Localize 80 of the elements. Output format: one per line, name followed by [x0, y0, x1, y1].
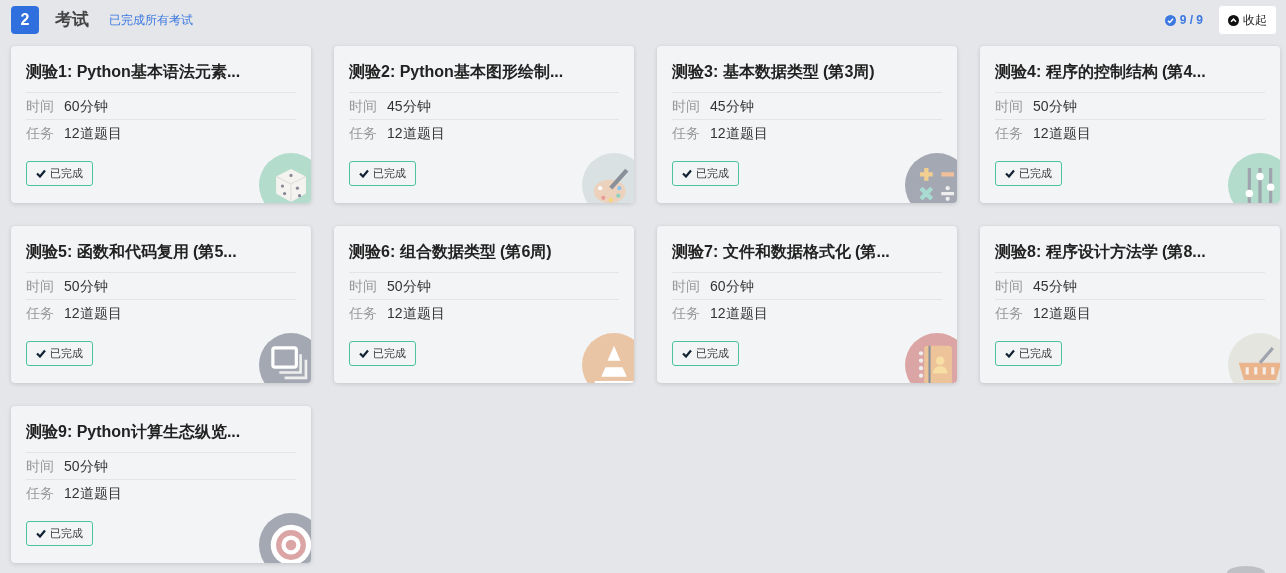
status-tag: 已完成 — [995, 341, 1062, 366]
status-tag: 已完成 — [672, 161, 739, 186]
quiz-title: 测验3: 基本数据类型 (第3周) — [672, 62, 876, 82]
status-tag: 已完成 — [26, 521, 93, 546]
field-value: 12道题目 — [387, 303, 445, 323]
progress-count: 9 / 9 — [1179, 12, 1203, 29]
check-icon — [36, 168, 46, 178]
field-label: 任务 — [672, 123, 701, 143]
field-label: 时间 — [672, 96, 701, 116]
field-label: 任务 — [26, 303, 55, 323]
quiz-card[interactable]: 测验8: 程序设计方法学 (第8... 时间 45分钟 任务 12道题目 已完成 — [980, 226, 1280, 383]
floating-button[interactable] — [1227, 566, 1265, 573]
quiz-title: 测验6: 组合数据类型 (第6周) — [349, 242, 553, 262]
field-value: 12道题目 — [1033, 303, 1091, 323]
check-icon — [36, 348, 46, 358]
field-value: 12道题目 — [710, 303, 768, 323]
quiz-card[interactable]: 测验9: Python计算生态纵览... 时间 50分钟 任务 12道题目 已完成 — [11, 406, 311, 563]
collapse-button[interactable]: 收起 — [1219, 6, 1276, 34]
section-number: 2 — [11, 6, 39, 34]
status-tag: 已完成 — [349, 161, 416, 186]
quiz-title: 测验7: 文件和数据格式化 (第... — [672, 242, 891, 262]
field-value: 45分钟 — [387, 96, 431, 116]
quiz-title: 测验4: 程序的控制结构 (第4... — [995, 62, 1207, 82]
quiz-card[interactable]: 测验6: 组合数据类型 (第6周) 时间 50分钟 任务 12道题目 已完成 — [334, 226, 634, 383]
subtitle-link[interactable]: 已完成所有考试 — [109, 11, 193, 29]
status-tag: 已完成 — [26, 161, 93, 186]
field-label: 时间 — [349, 276, 378, 296]
field-value: 50分钟 — [1033, 96, 1077, 116]
quiz-title: 测验5: 函数和代码复用 (第5... — [26, 242, 238, 262]
check-icon — [682, 168, 692, 178]
field-label: 任务 — [26, 123, 55, 143]
quiz-title: 测验2: Python基本图形绘制... — [349, 62, 565, 82]
field-value: 12道题目 — [64, 483, 122, 503]
status-tag: 已完成 — [995, 161, 1062, 186]
field-value: 12道题目 — [64, 303, 122, 323]
field-label: 任务 — [26, 483, 55, 503]
field-label: 任务 — [349, 303, 378, 323]
field-label: 时间 — [26, 96, 55, 116]
check-circle-icon — [1164, 14, 1176, 26]
quiz-card[interactable]: 测验1: Python基本语法元素... 时间 60分钟 任务 12道题目 已完成 — [11, 46, 311, 203]
quiz-card[interactable]: 测验5: 函数和代码复用 (第5... 时间 50分钟 任务 12道题目 已完成 — [11, 226, 311, 383]
field-value: 45分钟 — [1033, 276, 1077, 296]
quiz-title: 测验8: 程序设计方法学 (第8... — [995, 242, 1207, 262]
quiz-card[interactable]: 测验3: 基本数据类型 (第3周) 时间 45分钟 任务 12道题目 已完成 — [657, 46, 957, 203]
field-value: 60分钟 — [64, 96, 108, 116]
field-label: 任务 — [672, 303, 701, 323]
field-value: 60分钟 — [710, 276, 754, 296]
field-value: 12道题目 — [1033, 123, 1091, 143]
field-label: 任务 — [995, 123, 1024, 143]
quiz-card[interactable]: 测验2: Python基本图形绘制... 时间 45分钟 任务 12道题目 已完成 — [334, 46, 634, 203]
field-label: 时间 — [995, 96, 1024, 116]
field-label: 任务 — [349, 123, 378, 143]
check-icon — [682, 348, 692, 358]
field-value: 45分钟 — [710, 96, 754, 116]
status-tag: 已完成 — [672, 341, 739, 366]
chevron-up-icon — [1228, 14, 1239, 26]
field-label: 时间 — [995, 276, 1024, 296]
field-value: 50分钟 — [387, 276, 431, 296]
field-value: 12道题目 — [387, 123, 445, 143]
field-value: 50分钟 — [64, 276, 108, 296]
field-value: 12道题目 — [64, 123, 122, 143]
section-title: 考试 — [55, 9, 89, 32]
field-value: 50分钟 — [64, 456, 108, 476]
field-value: 12道题目 — [710, 123, 768, 143]
field-label: 时间 — [672, 276, 701, 296]
check-icon — [359, 168, 369, 178]
check-icon — [359, 348, 369, 358]
quiz-card[interactable]: 测验7: 文件和数据格式化 (第... 时间 60分钟 任务 12道题目 已完成 — [657, 226, 957, 383]
check-icon — [36, 528, 46, 538]
field-label: 时间 — [26, 456, 55, 476]
quiz-card[interactable]: 测验4: 程序的控制结构 (第4... 时间 50分钟 任务 12道题目 已完成 — [980, 46, 1280, 203]
status-tag: 已完成 — [349, 341, 416, 366]
field-label: 任务 — [995, 303, 1024, 323]
check-icon — [1005, 168, 1015, 178]
status-tag: 已完成 — [26, 341, 93, 366]
field-label: 时间 — [26, 276, 55, 296]
quiz-title: 测验1: Python基本语法元素... — [26, 62, 242, 82]
check-icon — [1005, 348, 1015, 358]
quiz-title: 测验9: Python计算生态纵览... — [26, 422, 242, 442]
field-label: 时间 — [349, 96, 378, 116]
